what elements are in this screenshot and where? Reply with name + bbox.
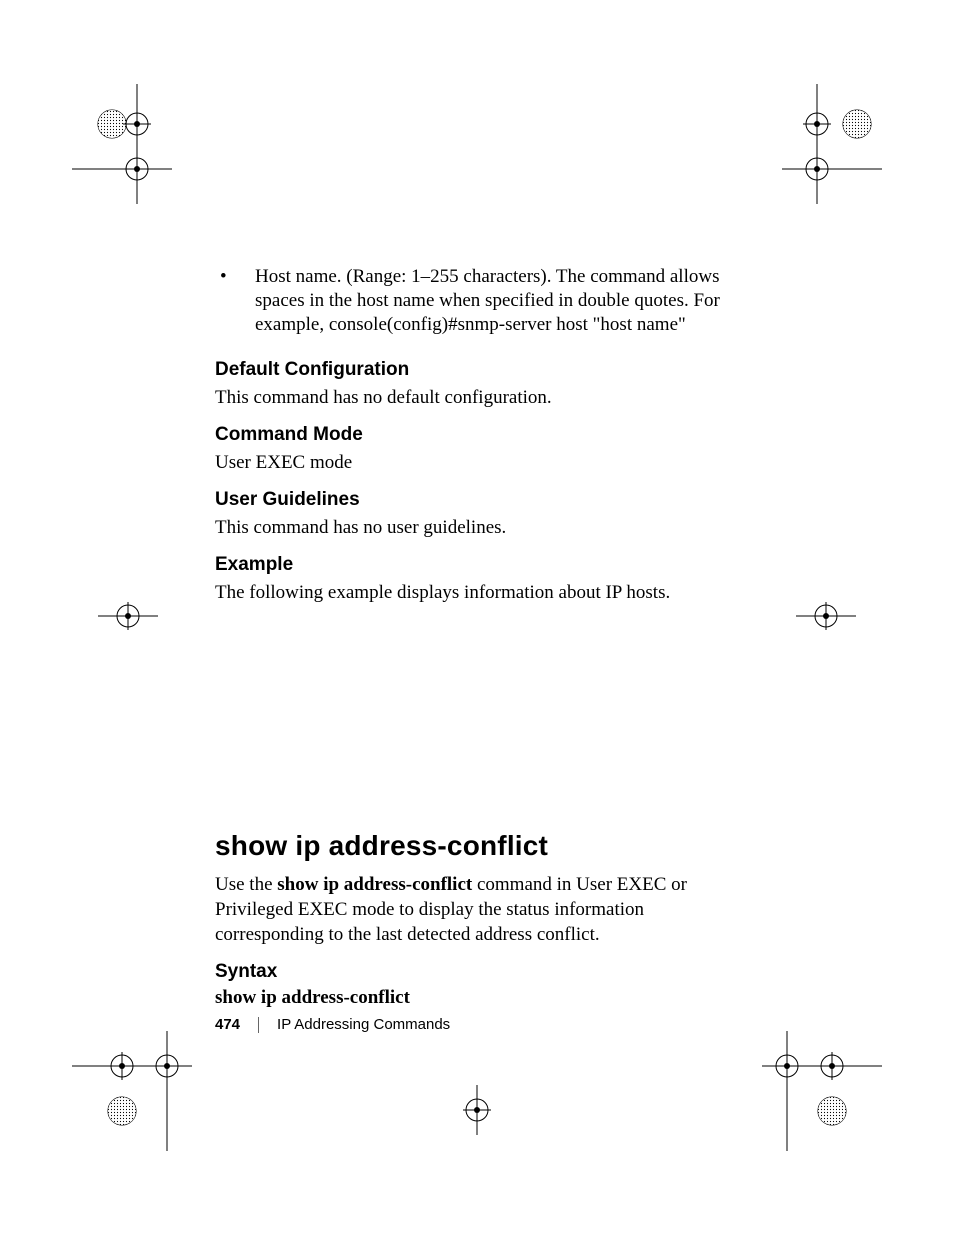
intro-bold: show ip address-conflict [277,874,472,895]
crop-mark-icon [98,596,158,636]
page-footer: 474 IP Addressing Commands [215,1016,450,1033]
crop-mark-icon [447,1085,507,1135]
bullet-icon: • [215,265,255,337]
footer-separator-icon [258,1017,259,1033]
body-user-guidelines: This command has no user guidelines. [215,515,735,540]
crop-mark-icon [72,1031,192,1151]
heading-user-guidelines: User Guidelines [215,489,735,511]
body-default-configuration: This command has no default configuratio… [215,385,735,410]
heading-command-mode: Command Mode [215,424,735,446]
body-command-mode: User EXEC mode [215,450,735,475]
crop-mark-icon [72,84,172,204]
crop-mark-icon [796,596,856,636]
intro-pre: Use the [215,874,277,895]
content-area: • Host name. (Range: 1–255 characters). … [215,265,735,1019]
heading-syntax: Syntax [215,961,735,983]
chapter-title: IP Addressing Commands [277,1016,450,1033]
crop-mark-icon [762,1031,882,1151]
heading-example: Example [215,554,735,576]
bullet-text: Host name. (Range: 1–255 characters). Th… [255,265,735,337]
crop-mark-icon [782,84,882,204]
bullet-item: • Host name. (Range: 1–255 characters). … [215,265,735,337]
page-number: 474 [215,1016,240,1033]
syntax-line: show ip address-conflict [215,987,735,1009]
body-example: The following example displays informati… [215,580,735,605]
command-intro: Use the show ip address-conflict command… [215,872,735,947]
heading-default-configuration: Default Configuration [215,359,735,381]
command-title: show ip address-conflict [215,830,735,862]
page: • Host name. (Range: 1–255 characters). … [0,0,954,1235]
